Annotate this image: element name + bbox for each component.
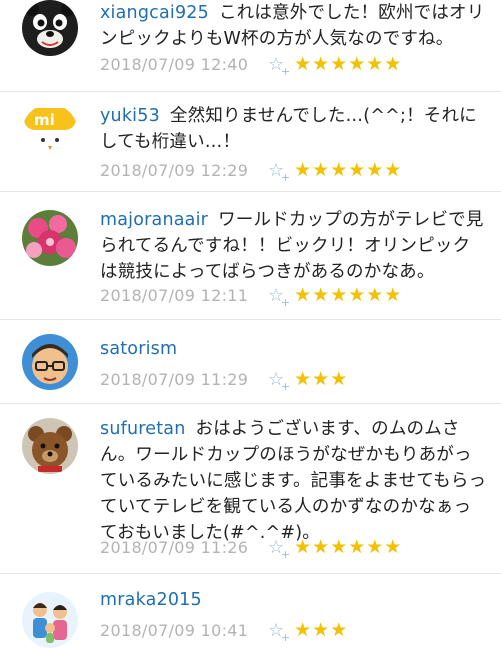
add-star-icon[interactable]: ☆ +	[268, 620, 290, 644]
comment-date: 2018/07/09 12:11	[100, 285, 249, 305]
comment-date: 2018/07/09 11:29	[100, 369, 249, 389]
glasses-man-avatar-icon[interactable]	[22, 334, 78, 390]
teddy-bear-avatar-icon[interactable]	[22, 418, 78, 474]
comment-meta: 2018/07/09 12:40 ☆ + ★★★★★★	[100, 53, 403, 78]
bear-avatar-icon[interactable]	[22, 0, 78, 56]
star-rating: ★★★	[294, 619, 349, 641]
add-star-icon[interactable]: ☆ +	[268, 285, 290, 309]
star-rating: ★★★	[294, 368, 349, 390]
comment-text: satorism	[100, 336, 487, 362]
comment-text: xiangcai925 これは意外でした！欧州ではオリンピックよりもW杯の方が人気…	[100, 0, 487, 52]
add-star-icon[interactable]: ☆ +	[268, 537, 290, 561]
comment-meta: 2018/07/09 12:29 ☆ + ★★★★★★	[100, 159, 403, 184]
comment-text: yuki53 全然知りませんでした…(^^;！それにしても桁違い…！	[100, 103, 487, 155]
comment-text: sufuretan おはようございます、のムのムさん。ワールドカップのほうがなぜか…	[100, 416, 487, 546]
comment-item: satorism 2018/07/09 11:29 ☆ + ★★★	[0, 320, 501, 404]
comment-text: majoranaair ワールドカップの方がテレビで見られてるんですね！！ビックリ…	[100, 207, 487, 285]
comment-meta: 2018/07/09 10:41 ☆ + ★★★	[100, 619, 349, 644]
comment-meta: 2018/07/09 12:11 ☆ + ★★★★★★	[100, 284, 403, 309]
star-rating: ★★★★★★	[294, 536, 403, 558]
username-link[interactable]: sufuretan	[100, 419, 186, 439]
username-link[interactable]: mraka2015	[100, 590, 202, 610]
star-rating: ★★★★★★	[294, 159, 403, 181]
mi-chick-avatar-icon[interactable]: mi	[22, 104, 78, 160]
flower-avatar-icon[interactable]	[22, 210, 78, 266]
comment-date: 2018/07/09 11:26	[100, 537, 249, 557]
comment-text: mraka2015	[100, 587, 487, 613]
add-star-icon[interactable]: ☆ +	[268, 54, 290, 78]
comment-item: mi yuki53 全然知りませんでした…(^^;！それにしても桁違い…！ 201…	[0, 92, 501, 192]
comment-meta: 2018/07/09 11:29 ☆ + ★★★	[100, 368, 349, 393]
comment-date: 2018/07/09 12:40	[100, 54, 249, 74]
username-link[interactable]: majoranaair	[100, 210, 208, 230]
star-rating: ★★★★★★	[294, 53, 403, 75]
username-link[interactable]: yuki53	[100, 106, 160, 126]
svg-text:mi: mi	[34, 111, 55, 129]
username-link[interactable]: xiangcai925	[100, 3, 209, 23]
comment-item: majoranaair ワールドカップの方がテレビで見られてるんですね！！ビックリ…	[0, 192, 501, 320]
comment-item: sufuretan おはようございます、のムのムさん。ワールドカップのほうがなぜか…	[0, 404, 501, 574]
add-star-icon[interactable]: ☆ +	[268, 369, 290, 393]
username-link[interactable]: satorism	[100, 339, 177, 359]
comment-date: 2018/07/09 12:29	[100, 160, 249, 180]
add-star-icon[interactable]: ☆ +	[268, 160, 290, 184]
comment-meta: 2018/07/09 11:26 ☆ + ★★★★★★	[100, 536, 403, 561]
comment-date: 2018/07/09 10:41	[100, 620, 249, 640]
comment-item: xiangcai925 これは意外でした！欧州ではオリンピックよりもW杯の方が人気…	[0, 0, 501, 92]
star-rating: ★★★★★★	[294, 284, 403, 306]
comment-item: mraka2015 2018/07/09 10:41 ☆ + ★★★	[0, 574, 501, 648]
